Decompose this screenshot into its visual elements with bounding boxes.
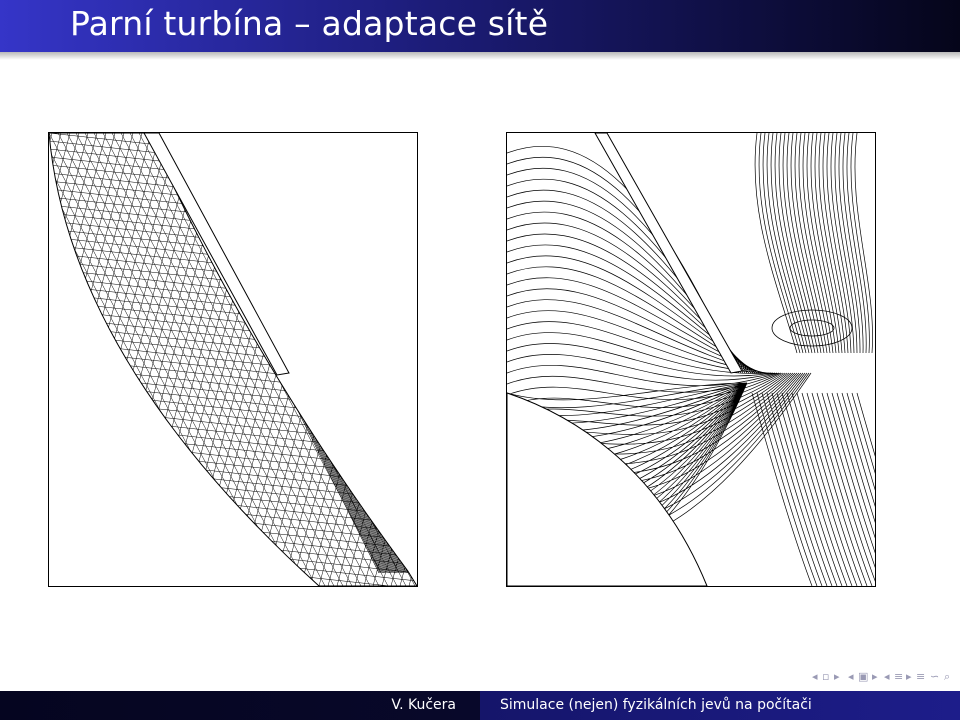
header-shadow bbox=[0, 52, 960, 60]
triangle-right-icon[interactable]: ▸ bbox=[906, 670, 912, 683]
triangle-left-icon[interactable]: ◂ bbox=[848, 670, 854, 683]
header-bar: Parní turbína – adaptace sítě bbox=[0, 0, 960, 52]
contour-figure bbox=[506, 132, 876, 587]
frame-icon[interactable]: ▫ bbox=[822, 670, 829, 683]
align-icon[interactable]: ∽ bbox=[930, 670, 939, 683]
contour-plot bbox=[507, 133, 875, 586]
mesh-plot bbox=[49, 133, 417, 586]
search-icon[interactable]: ⌕ bbox=[944, 670, 950, 684]
mesh-figure bbox=[48, 132, 418, 587]
talk-title: Simulace (nejen) fyzikálních jevů na poč… bbox=[500, 697, 812, 713]
presentation-icon[interactable]: ≡ bbox=[916, 670, 925, 683]
slide-title: Parní turbína – adaptace sítě bbox=[70, 4, 549, 43]
triangle-right-icon[interactable]: ▸ bbox=[872, 670, 878, 683]
author-name: V. Kučera bbox=[391, 697, 456, 713]
subsection-icon[interactable]: ▣ bbox=[858, 670, 868, 683]
beamer-navigation: ◂ ▫ ▸ ◂ ▣ ▸ ◂ ≡ ▸ ≡ ∽ ⌕ bbox=[812, 670, 960, 690]
footer-title-panel: Simulace (nejen) fyzikálních jevů na poč… bbox=[480, 691, 960, 720]
triangle-left-icon[interactable]: ◂ bbox=[884, 670, 890, 683]
triangle-right-icon[interactable]: ▸ bbox=[834, 670, 840, 683]
footer-author-panel: V. Kučera bbox=[0, 691, 480, 720]
section-icon[interactable]: ≡ bbox=[894, 670, 903, 683]
footer-bar: V. Kučera Simulace (nejen) fyzikálních j… bbox=[0, 691, 960, 720]
triangle-left-icon[interactable]: ◂ bbox=[812, 670, 818, 683]
